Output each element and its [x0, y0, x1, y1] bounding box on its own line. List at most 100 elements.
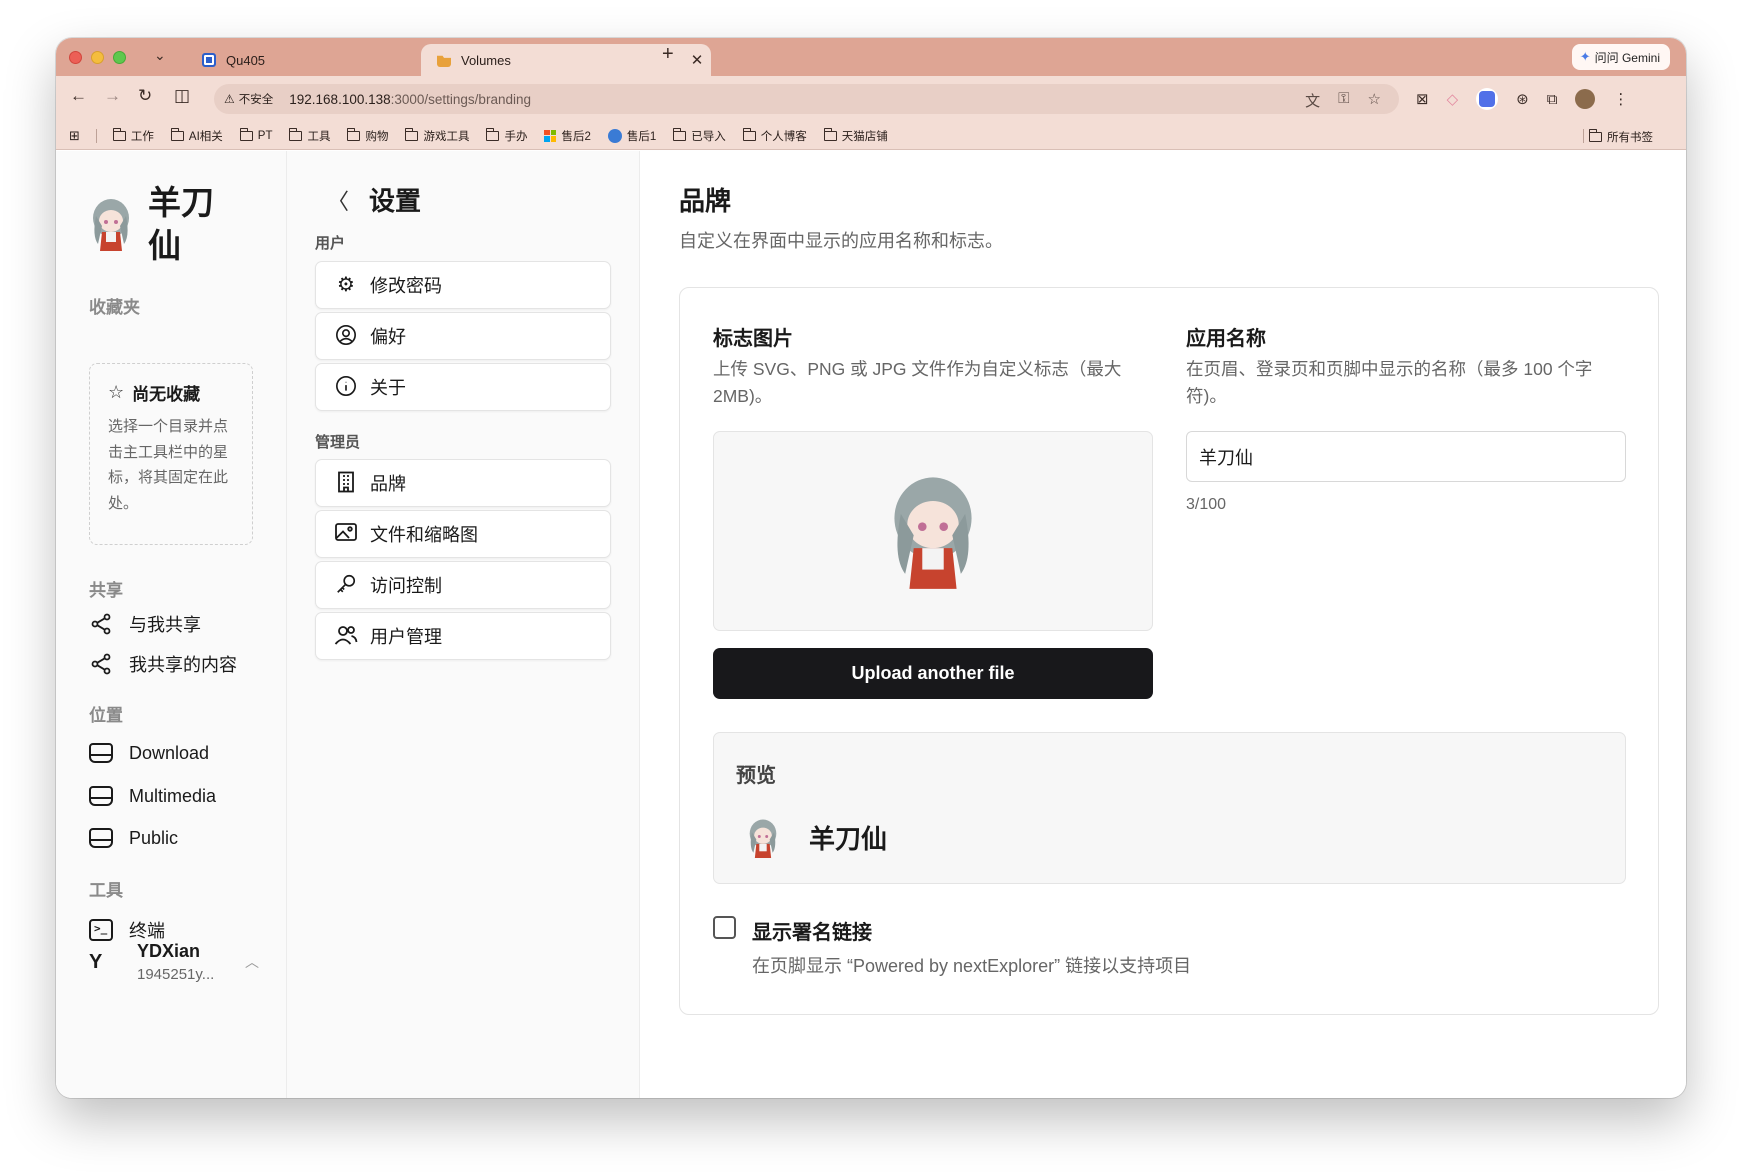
bookmark-label: 游戏工具: [423, 130, 470, 143]
bookmark-folder[interactable]: PT: [239, 127, 272, 142]
extensions-puzzle-icon[interactable]: ⧉: [1547, 91, 1558, 108]
user-menu[interactable]: Y YDXian 1945251y... ︿: [89, 941, 259, 983]
close-window-button[interactable]: [69, 51, 82, 64]
new-tab-plus-icon[interactable]: +: [662, 43, 674, 66]
sidebar-item-label: 与我共享: [129, 615, 201, 635]
gemini-label: 问问 Gemini: [1594, 50, 1660, 65]
attribution-checkbox[interactable]: [713, 916, 736, 939]
sidebar-item-shared-with-me[interactable]: 与我共享: [89, 611, 201, 637]
locations-section-title: 位置: [89, 706, 123, 725]
settings-item-preferences[interactable]: 偏好: [315, 312, 611, 360]
favorites-section-title: 收藏夹: [89, 298, 140, 317]
bookmark-folder[interactable]: 工作: [112, 127, 154, 144]
app-name-field-title: 应用名称: [1186, 328, 1266, 350]
bookmarks-bar: ⊞ 工作 AI相关 PT 工具 购物 游戏工具 手办 售后2 售后1 已导入 个…: [56, 122, 1686, 150]
bookmark-folder[interactable]: 游戏工具: [405, 127, 470, 144]
bookmark-folder[interactable]: 工具: [289, 127, 330, 144]
chatgpt-extension-icon[interactable]: ⊛: [1516, 90, 1529, 108]
user-email: 1945251y...: [137, 966, 215, 983]
bookmark-label: 购物: [365, 130, 389, 143]
favorites-empty-title: 尚无收藏: [132, 385, 201, 404]
reload-icon[interactable]: ↻: [138, 86, 152, 106]
bookmark-link[interactable]: 售后1: [607, 128, 656, 144]
maximize-window-button[interactable]: [113, 51, 126, 64]
drive-icon: [89, 741, 113, 765]
folder-icon: [289, 127, 303, 141]
password-key-icon[interactable]: ⚿: [1338, 90, 1349, 111]
sidebar-item-label: Download: [129, 742, 210, 763]
tab-close-icon[interactable]: ✕: [683, 51, 711, 69]
settings-item-label: 关于: [370, 378, 406, 398]
browser-menu-icon[interactable]: ⋮: [1613, 90, 1628, 108]
apps-grid-icon[interactable]: ⊞: [69, 128, 80, 144]
gemini-button[interactable]: ✦ 问问 Gemini: [1571, 44, 1670, 70]
bookmark-folder[interactable]: 手办: [486, 127, 528, 144]
translate-icon[interactable]: 文: [1305, 90, 1320, 111]
sidebar-item-multimedia[interactable]: Multimedia: [89, 784, 216, 808]
attribution-label[interactable]: 显示署名链接: [752, 916, 872, 945]
minimize-window-button[interactable]: [91, 51, 104, 64]
drive-icon: [89, 826, 113, 850]
extension-grid-icon[interactable]: ⊠: [1416, 90, 1429, 108]
tools-section-title: 工具: [89, 881, 123, 900]
app-name: 羊刀仙: [148, 184, 214, 264]
logo-preview-box[interactable]: [713, 431, 1153, 631]
sidebar-item-public[interactable]: Public: [89, 826, 178, 850]
bookmark-label: 售后2: [561, 130, 591, 143]
all-bookmarks[interactable]: 所有书签: [1589, 129, 1653, 145]
settings-item-about[interactable]: 关于: [315, 363, 611, 411]
bookmark-star-icon[interactable]: ☆: [1368, 90, 1381, 111]
bookmark-folder[interactable]: 已导入: [673, 127, 726, 144]
settings-header: 〈 设置: [327, 181, 421, 218]
settings-item-files-thumbnails[interactable]: 文件和缩略图: [315, 510, 611, 558]
sidebar-item-download[interactable]: Download: [89, 741, 209, 765]
folder-icon: [742, 127, 756, 141]
bookmarks-divider: [1583, 129, 1584, 143]
tab-strip: ⌄ Qu405 ✕ Volumes ✕ + ✦ 问问 Gemini: [56, 38, 1686, 76]
bookmark-label: 已导入: [691, 130, 726, 143]
bookmark-folder[interactable]: 个人博客: [742, 127, 807, 144]
settings-title: 设置: [369, 186, 422, 216]
settings-item-user-management[interactable]: 用户管理: [315, 612, 611, 660]
favorites-empty-desc: 选择一个目录并点击主工具栏中的星标，将其固定在此处。: [108, 418, 229, 512]
bookmark-folder[interactable]: AI相关: [170, 127, 223, 144]
warning-triangle-icon: ⚠: [224, 92, 235, 106]
bookmark-link[interactable]: 售后2: [544, 128, 591, 144]
star-outline-icon: ☆: [108, 382, 125, 402]
settings-item-label: 访问控制: [370, 576, 442, 596]
branding-card: 标志图片 上传 SVG、PNG 或 JPG 文件作为自定义标志（最大 2MB)。: [679, 287, 1659, 1015]
side-panel-icon[interactable]: ◫: [174, 86, 190, 106]
favorites-empty-box: ☆ 尚无收藏 选择一个目录并点击主工具栏中的星标，将其固定在此处。: [89, 363, 253, 545]
upload-another-file-button[interactable]: Upload another file: [713, 648, 1153, 699]
settings-item-access-control[interactable]: 访问控制: [315, 561, 611, 609]
bookmark-label: 天猫店铺: [841, 130, 888, 143]
app-name-input[interactable]: [1186, 431, 1626, 482]
bookmark-label: 工作: [130, 130, 154, 143]
page-subtitle: 自定义在界面中显示的应用名称和标志。: [679, 231, 1003, 251]
forward-arrow-icon[interactable]: →: [104, 86, 121, 106]
user-info: YDXian 1945251y...: [137, 941, 214, 983]
bookmark-label: 手办: [504, 130, 528, 143]
brand-header[interactable]: 羊刀仙: [88, 181, 218, 267]
insecure-chip[interactable]: ⚠ 不安全: [224, 91, 273, 107]
address-bar[interactable]: ⚠ 不安全 192.168.100.138:3000/settings/bran…: [214, 84, 1399, 114]
folder-icon: [170, 127, 184, 141]
settings-item-change-password[interactable]: ⚙ 修改密码: [315, 261, 611, 309]
back-chevron-icon[interactable]: 〈: [327, 184, 349, 216]
extension-pink-icon[interactable]: ◇: [1447, 90, 1459, 108]
url-text[interactable]: 192.168.100.138:3000/settings/branding: [289, 92, 531, 107]
bookmark-folder[interactable]: 购物: [347, 127, 389, 144]
settings-nav: 〈 设置 用户 ⚙ 修改密码 偏好 关于 管理员 品牌 文件和缩略图 访问控制 …: [287, 151, 640, 1098]
settings-item-branding[interactable]: 品牌: [315, 459, 611, 507]
back-arrow-icon[interactable]: ←: [70, 86, 87, 106]
branding-content: 品牌 自定义在界面中显示的应用名称和标志。 标志图片 上传 SVG、PNG 或 …: [640, 151, 1686, 1098]
bookmark-folder[interactable]: 天猫店铺: [823, 127, 888, 144]
extension-blue-icon[interactable]: [1476, 88, 1499, 110]
sidebar-item-my-shares[interactable]: 我共享的内容: [89, 651, 237, 677]
folder-icon: [405, 127, 419, 141]
profile-avatar-icon[interactable]: [1575, 89, 1596, 109]
terminal-icon: >_: [89, 918, 113, 942]
tab-search-chevron-icon[interactable]: ⌄: [154, 47, 166, 64]
sidebar-item-terminal[interactable]: >_ 终端: [89, 917, 165, 943]
preview-app-name: 羊刀仙: [809, 824, 888, 854]
